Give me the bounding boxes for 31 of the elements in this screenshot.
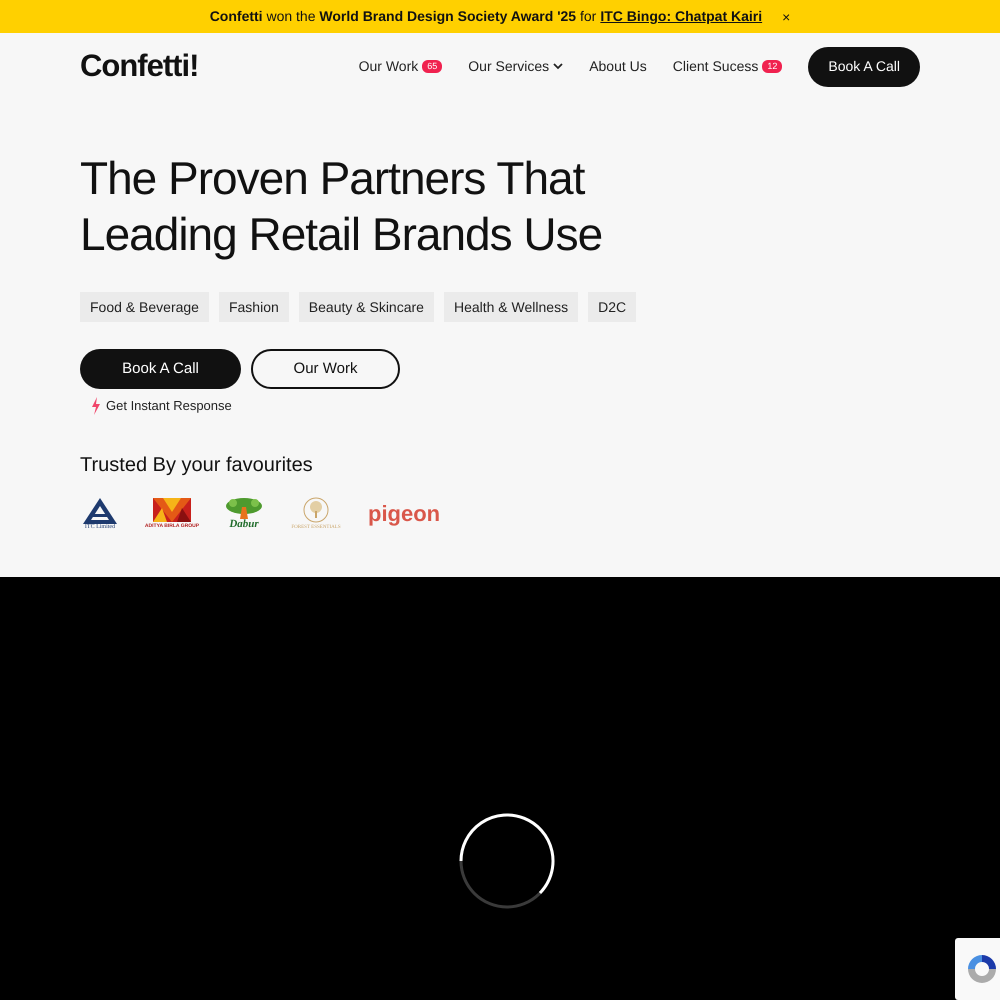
category-tag: D2C [588, 292, 636, 322]
loading-spinner-icon [458, 812, 556, 910]
tree-logo-icon [225, 497, 263, 519]
mosaic-logo-icon [153, 498, 191, 522]
count-badge: 65 [422, 60, 442, 73]
brand-logo[interactable]: Confetti! [80, 43, 198, 90]
category-tag: Health & Wellness [444, 292, 578, 322]
recaptcha-badge[interactable] [955, 938, 1000, 1000]
nav-link[interactable]: About Us [589, 56, 647, 77]
triangle-logo-icon [83, 498, 117, 524]
category-tag: Fashion [218, 292, 289, 322]
book-call-button[interactable]: Book A Call [808, 46, 920, 86]
lightning-icon [91, 396, 101, 415]
category-tag: Food & Beverage [80, 292, 209, 322]
announcement-text: Confetti won the World Brand Design Society Award '25 for [210, 7, 596, 26]
tree-emblem-icon [303, 497, 329, 523]
award-link[interactable]: ITC Bingo: Chatpat Kairi [600, 6, 762, 27]
nav-link[interactable]: Our Services [468, 56, 550, 77]
our-work-button[interactable]: Our Work [251, 349, 400, 389]
logo-wordmark: pigeon [368, 502, 440, 524]
hero-heading: The Proven Partners That Leading Retail Brands Use [80, 151, 604, 262]
recaptcha-icon [965, 952, 999, 986]
trusted-heading: Trusted By your favourites [80, 452, 314, 478]
count-badge: 12 [762, 60, 782, 73]
book-call-button[interactable]: Book A Call [80, 349, 241, 389]
logo-caption: Dabur [229, 519, 259, 530]
instant-response-note: Get Instant Response [106, 397, 232, 415]
nav-link[interactable]: Client Sucess [672, 56, 758, 77]
category-tag: Beauty & Skincare [298, 292, 434, 322]
close-button[interactable]: × [782, 10, 790, 24]
nav-link[interactable]: Our Work [358, 56, 418, 77]
